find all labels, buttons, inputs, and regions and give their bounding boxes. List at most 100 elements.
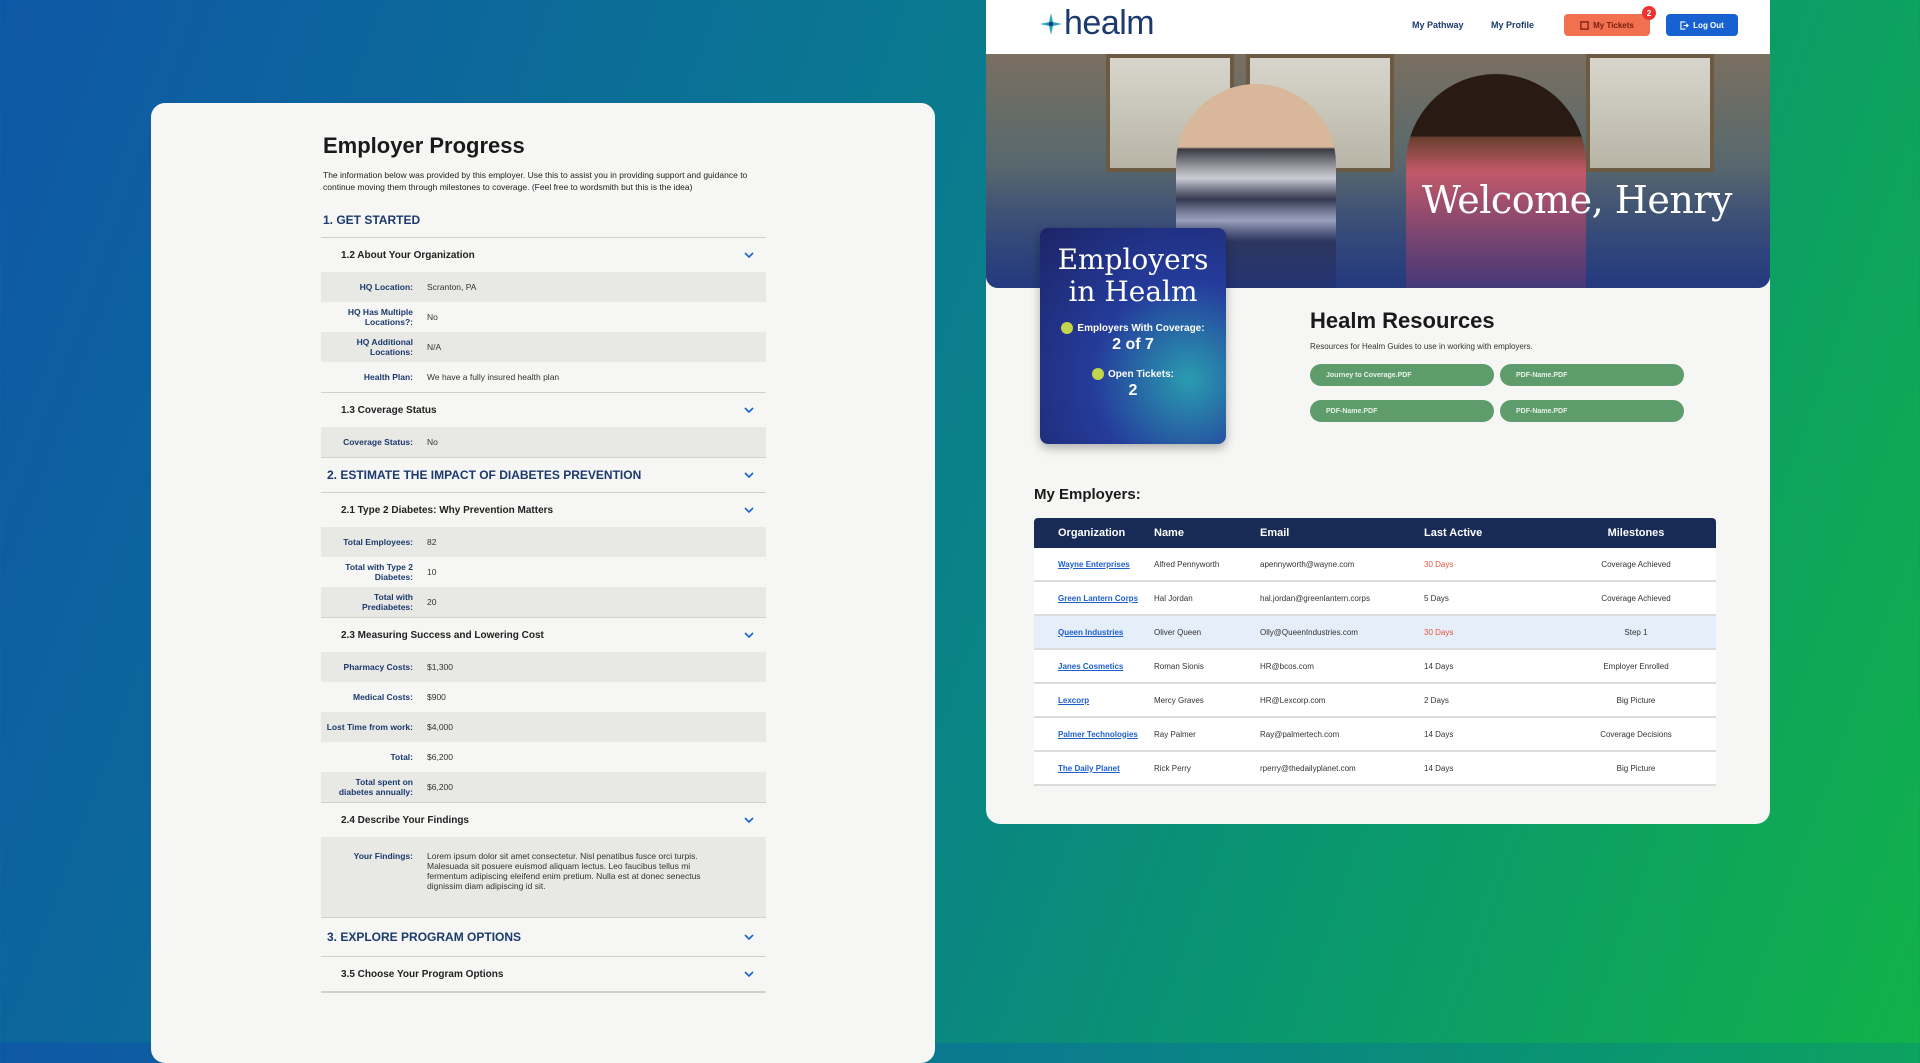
cell-name: Hal Jordan xyxy=(1154,593,1193,603)
field-total-type2: Total with Type 2 Diabetes: 10 xyxy=(321,557,766,587)
chevron-down-icon xyxy=(744,971,754,978)
accordion-about-org[interactable]: 1.2 About Your Organization xyxy=(321,237,766,272)
table-row[interactable]: Janes Cosmetics Roman Sionis HR@bcos.com… xyxy=(1034,650,1716,684)
coverage-label-text: Employers With Coverage: xyxy=(1077,322,1205,334)
accordion-label: 2.1 Type 2 Diabetes: Why Prevention Matt… xyxy=(341,504,554,516)
org-link[interactable]: Queen Industries xyxy=(1034,628,1154,637)
healm-logo[interactable]: healm xyxy=(1038,4,1155,43)
chevron-down-icon xyxy=(744,252,754,259)
org-link[interactable]: Lexcorp xyxy=(1034,696,1154,705)
cell-email: apennyworth@wayne.com xyxy=(1260,559,1355,569)
table-row[interactable]: Lexcorp Mercy Graves HR@Lexcorp.com 2 Da… xyxy=(1034,684,1716,718)
field-label: Total with Type 2 Diabetes: xyxy=(345,562,413,582)
chevron-down-icon xyxy=(744,817,754,824)
accordion-measuring[interactable]: 2.3 Measuring Success and Lowering Cost xyxy=(321,617,766,652)
stats-title: Employers in Healm xyxy=(1057,243,1209,308)
chevron-down-icon xyxy=(744,507,754,514)
org-link[interactable]: Wayne Enterprises xyxy=(1034,560,1154,569)
chevron-down-icon xyxy=(744,472,754,479)
field-value: 10 xyxy=(427,567,437,577)
field-label: HQ Additional Locations: xyxy=(356,337,413,357)
my-tickets-button[interactable]: My Tickets xyxy=(1564,14,1650,36)
field-label: HQ Location: xyxy=(359,282,413,292)
stats-card: Employers in Healm Employers With Covera… xyxy=(1040,228,1226,444)
dashboard-card: healm My Pathway My Profile My Tickets 2… xyxy=(986,0,1770,824)
col-last-active[interactable]: Last Active xyxy=(1424,527,1556,539)
field-coverage-status: Coverage Status: No xyxy=(321,427,766,457)
resource-button[interactable]: PDF-Name.PDF xyxy=(1310,400,1494,422)
table-row[interactable]: Green Lantern Corps Hal Jordan hal.jorda… xyxy=(1034,582,1716,616)
section-get-started: 1. GET STARTED xyxy=(323,213,421,227)
logout-label: Log Out xyxy=(1693,20,1724,30)
field-label: Lost Time from work: xyxy=(326,722,413,732)
cell-name: Ray Palmer xyxy=(1154,729,1196,739)
table-row[interactable]: The Daily Planet Rick Perry rperry@theda… xyxy=(1034,752,1716,786)
field-label: Total with Prediabetes: xyxy=(361,592,413,612)
cell-email: Ray@palmertech.com xyxy=(1260,729,1340,739)
top-nav: healm My Pathway My Profile My Tickets 2… xyxy=(986,0,1770,54)
org-link[interactable]: The Daily Planet xyxy=(1034,764,1154,773)
welcome-heading: Welcome, Henry xyxy=(1421,178,1733,222)
resources-description: Resources for Healm Guides to use in wor… xyxy=(1310,342,1533,351)
accordion-section-explore[interactable]: 3. EXPLORE PROGRAM OPTIONS xyxy=(321,917,766,956)
col-name[interactable]: Name xyxy=(1154,527,1260,539)
field-total: Total: $6,200 xyxy=(321,742,766,772)
cell-email: hal.jordan@greenlantern.corps xyxy=(1260,593,1370,603)
coverage-stat-label: Employers With Coverage: xyxy=(1040,322,1226,334)
org-link[interactable]: Green Lantern Corps xyxy=(1034,594,1154,603)
col-organization[interactable]: Organization xyxy=(1034,527,1154,539)
resource-button[interactable]: PDF-Name.PDF xyxy=(1500,400,1684,422)
cell-milestone: Big Picture xyxy=(1616,763,1656,773)
field-label: Pharmacy Costs: xyxy=(343,662,413,672)
cell-name: Alfred Pennyworth xyxy=(1154,559,1220,569)
field-annual: Total spent on diabetes annually: $6,200 xyxy=(321,772,766,802)
cell-email: Olly@QueenIndustries.com xyxy=(1260,627,1358,637)
logout-button[interactable]: Log Out xyxy=(1666,14,1738,36)
field-value: 20 xyxy=(427,597,437,607)
field-pharmacy: Pharmacy Costs: $1,300 xyxy=(321,652,766,682)
page-description: The information below was provided by th… xyxy=(323,170,748,192)
field-value: $1,300 xyxy=(427,662,453,672)
field-value: We have a fully insured health plan xyxy=(427,372,560,382)
cell-milestone: Step 1 xyxy=(1624,627,1648,637)
resource-button[interactable]: PDF-Name.PDF xyxy=(1500,364,1684,386)
section-label: 2. ESTIMATE THE IMPACT OF DIABETES PREVE… xyxy=(327,468,642,482)
cell-milestone: Coverage Decisions xyxy=(1600,729,1672,739)
cell-last-active: 30 Days xyxy=(1424,559,1454,569)
employer-progress-card: Employer Progress The information below … xyxy=(151,103,935,1063)
nav-my-pathway[interactable]: My Pathway xyxy=(1412,20,1464,30)
col-email[interactable]: Email xyxy=(1260,527,1424,539)
cell-last-active: 2 Days xyxy=(1424,695,1449,705)
field-hq-multi: HQ Has Multiple Locations?: No xyxy=(321,302,766,332)
accordion-findings[interactable]: 2.4 Describe Your Findings xyxy=(321,802,766,837)
tickets-badge: 2 xyxy=(1642,6,1656,20)
field-label: Medical Costs: xyxy=(353,692,413,702)
accordion-label: 3.5 Choose Your Program Options xyxy=(341,968,504,980)
accordion-label: 1.2 About Your Organization xyxy=(341,249,475,261)
org-link[interactable]: Palmer Technologies xyxy=(1034,730,1154,739)
cell-last-active: 14 Days xyxy=(1424,661,1454,671)
field-findings: Your Findings: Lorem ipsum dolor sit amet… xyxy=(321,837,766,917)
field-label: HQ Has Multiple Locations?: xyxy=(347,307,413,327)
field-value: No xyxy=(427,312,438,322)
field-total-employees: Total Employees: 82 xyxy=(321,527,766,557)
table-row[interactable]: Queen Industries Oliver Queen Olly@Queen… xyxy=(1034,616,1716,650)
field-value: $6,200 xyxy=(427,782,453,792)
accordion-program-options[interactable]: 3.5 Choose Your Program Options xyxy=(321,956,766,991)
accordion-type2[interactable]: 2.1 Type 2 Diabetes: Why Prevention Matt… xyxy=(321,492,766,527)
nav-my-profile[interactable]: My Profile xyxy=(1491,20,1534,30)
resource-button[interactable]: Journey to Coverage.PDF xyxy=(1310,364,1494,386)
divider xyxy=(321,991,766,993)
org-link[interactable]: Janes Cosmetics xyxy=(1034,662,1154,671)
coverage-stat-value: 2 of 7 xyxy=(1112,336,1154,353)
resources-title: Healm Resources xyxy=(1310,308,1495,333)
col-milestones[interactable]: Milestones xyxy=(1556,527,1716,539)
field-label: Coverage Status: xyxy=(343,437,413,447)
field-health-plan: Health Plan: We have a fully insured heal… xyxy=(321,362,766,392)
accordion-section-estimate[interactable]: 2. ESTIMATE THE IMPACT OF DIABETES PREVE… xyxy=(321,457,766,492)
table-row[interactable]: Palmer Technologies Ray Palmer Ray@palme… xyxy=(1034,718,1716,752)
table-row[interactable]: Wayne Enterprises Alfred Pennyworth apen… xyxy=(1034,548,1716,582)
field-value: Scranton, PA xyxy=(427,282,477,292)
field-hq-additional: HQ Additional Locations: N/A xyxy=(321,332,766,362)
accordion-coverage-status[interactable]: 1.3 Coverage Status xyxy=(321,392,766,427)
